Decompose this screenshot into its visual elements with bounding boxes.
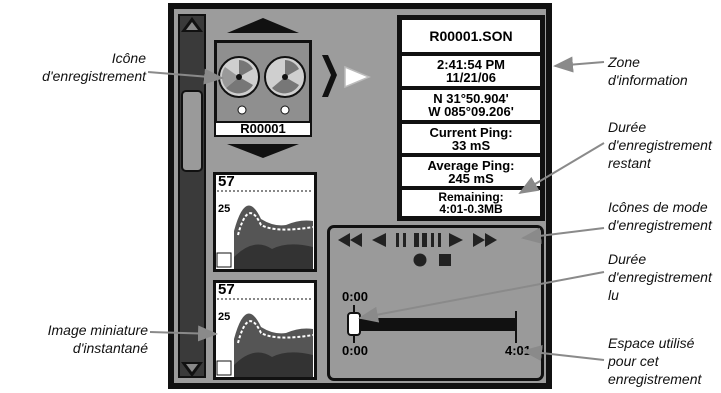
callout-leaders bbox=[147, 56, 605, 361]
manual-figure: { "recording": {"name": "R00001"}, "info… bbox=[0, 0, 721, 393]
